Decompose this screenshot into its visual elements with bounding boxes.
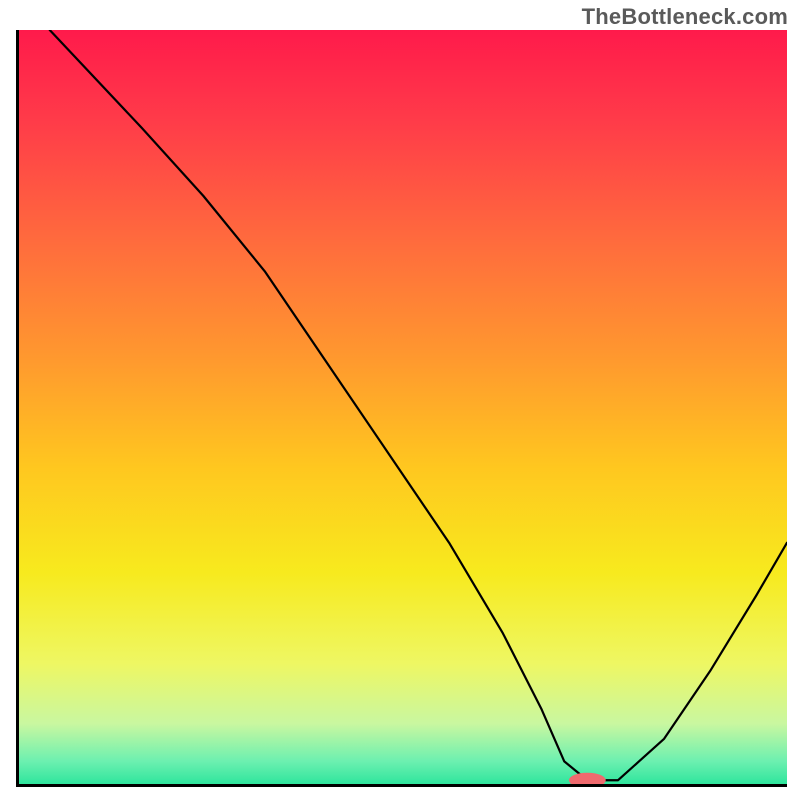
watermark-text: TheBottleneck.com — [582, 4, 788, 30]
chart-plot-area — [16, 30, 787, 787]
chart-svg — [19, 30, 787, 784]
gradient-background — [19, 30, 787, 784]
